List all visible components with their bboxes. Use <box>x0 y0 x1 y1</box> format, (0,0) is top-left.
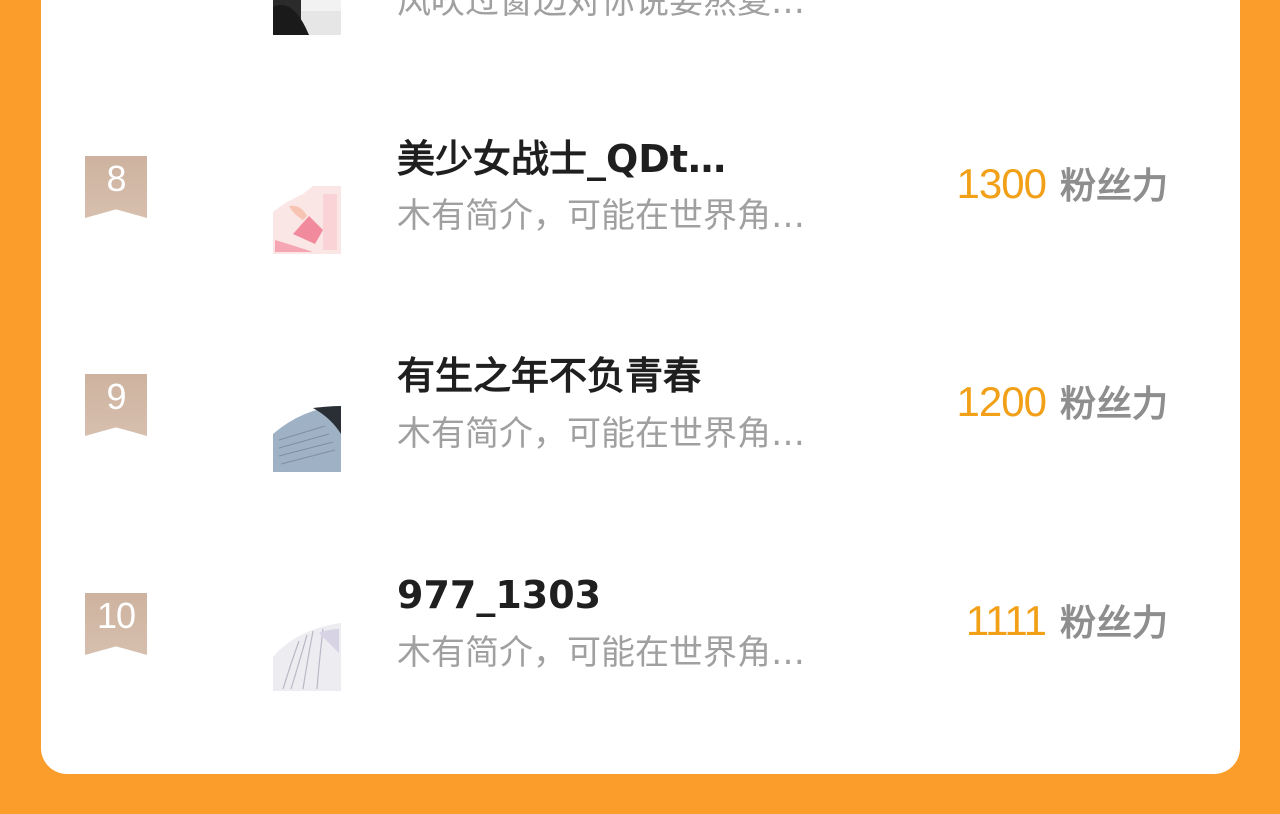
avatar[interactable] <box>273 186 341 254</box>
user-description: 木有简介，可能在世界角… <box>397 633 805 673</box>
fan-power: 1300 粉丝力 <box>957 157 1168 209</box>
user-name[interactable]: 美少女战士_QDt… <box>397 135 726 183</box>
user-description: 木有简介，可能在世界角… <box>397 196 805 236</box>
rank-badge: 10 <box>85 593 147 655</box>
user-description: 木有简介，可能在世界角… <box>397 414 805 454</box>
list-item[interactable]: 8 美少女战士_QDt… 木有简介，可能在世界角… 1300 粉丝力 <box>0 137 1280 290</box>
avatar[interactable] <box>273 0 341 35</box>
fan-power-value: 1300 <box>956 160 1047 207</box>
fan-power-label: 粉丝力 <box>1059 603 1168 644</box>
rank-number: 10 <box>96 595 136 636</box>
user-description: 风吹过窗边对你说要熬夏… <box>397 0 805 22</box>
fan-power-label: 粉丝力 <box>1059 166 1168 207</box>
avatar[interactable] <box>273 404 341 472</box>
fan-power-value: 1200 <box>956 378 1047 425</box>
user-name[interactable]: 有生之年不负青春 <box>397 352 701 400</box>
rank-number: 8 <box>106 158 126 199</box>
fan-power: 1200 粉丝力 <box>957 375 1168 427</box>
list-item[interactable]: 9 有生之年不负青春 木有简介，可能在世界角… 1200 粉丝力 <box>0 354 1280 508</box>
avatar[interactable] <box>273 623 341 691</box>
rank-badge: 9 <box>85 374 147 436</box>
fan-power-label: 粉丝力 <box>1059 384 1168 425</box>
user-name[interactable]: 977_1303 <box>397 571 601 619</box>
rank-number: 9 <box>106 376 126 417</box>
fan-power: 1111 粉丝力 <box>966 594 1168 646</box>
list-item[interactable]: 风吹过窗边对你说要熬夏… <box>0 0 1280 60</box>
rank-badge: 8 <box>85 156 147 218</box>
list-item[interactable]: 10 977_1303 木有简介，可能在世界角… 1111 粉丝力 <box>0 573 1280 727</box>
fan-power-value: 1111 <box>965 597 1047 644</box>
